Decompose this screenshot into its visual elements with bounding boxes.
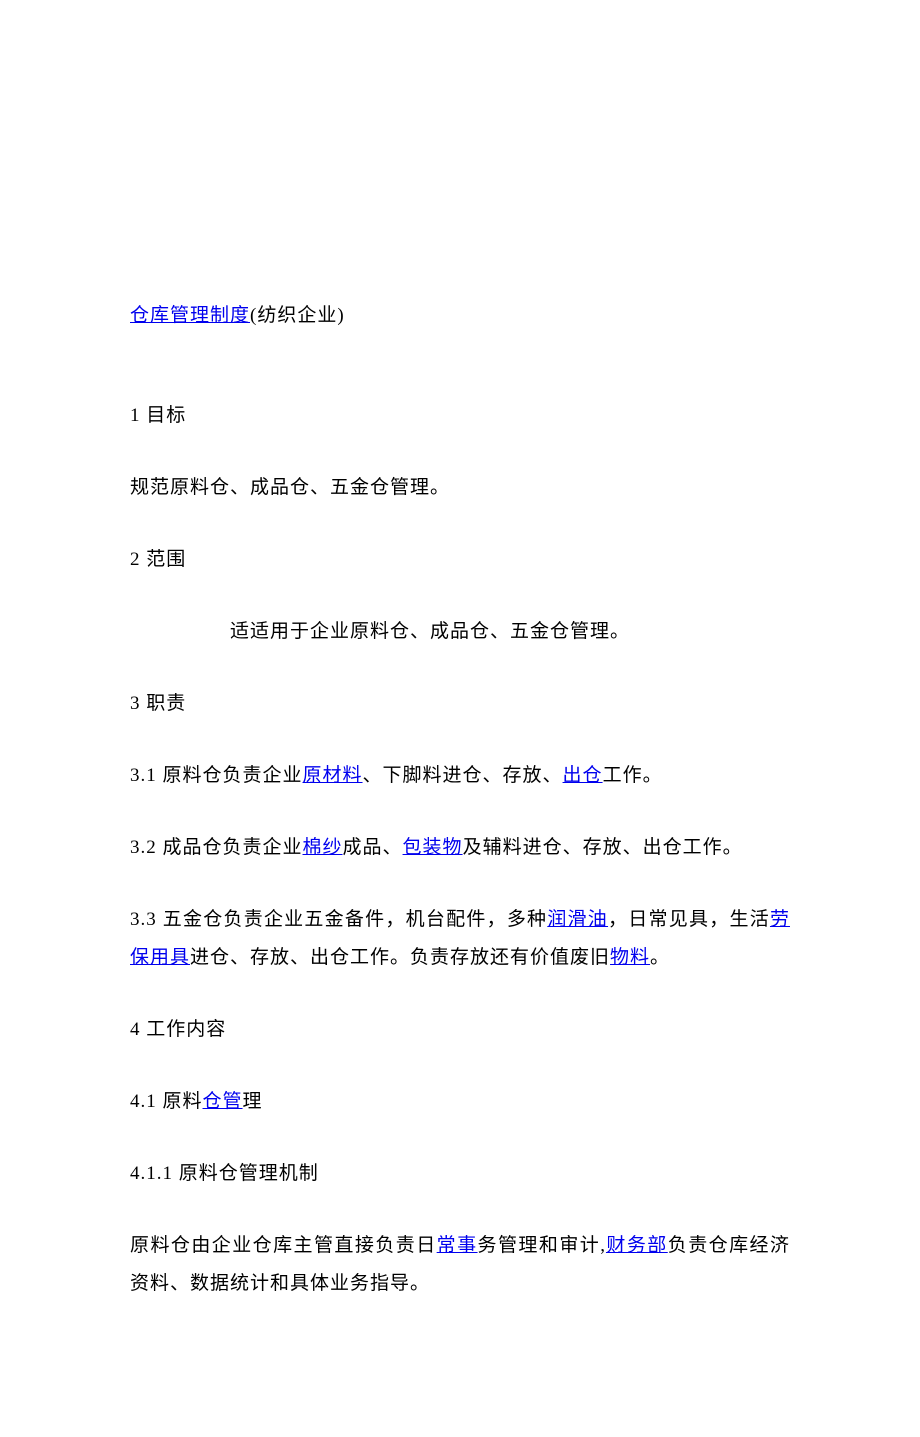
title-suffix: (纺织企业) <box>250 305 345 326</box>
text: 。 <box>650 947 670 968</box>
text: 工作。 <box>603 765 663 786</box>
section-1-body: 规范原料仓、成品仓、五金仓管理。 <box>130 469 790 507</box>
link-daily-affairs[interactable]: 常事 <box>437 1235 478 1256</box>
section-3-3: 3.3 五金仓负责企业五金备件，机台配件，多种润滑油，日常见具，生活劳保用具进仓… <box>130 901 790 977</box>
section-2-body: 适适用于企业原料仓、成品仓、五金仓管理。 <box>130 613 790 651</box>
text: 成品、 <box>343 837 403 858</box>
text: 及辅料进仓、存放、出仓工作。 <box>463 837 743 858</box>
section-1-heading: 1 目标 <box>130 397 790 435</box>
link-cotton-yarn[interactable]: 棉纱 <box>303 837 343 858</box>
title-link[interactable]: 仓库管理制度 <box>130 305 250 326</box>
link-warehouse-mgmt[interactable]: 仓管 <box>203 1091 243 1112</box>
section-4-1: 4.1 原料仓管理 <box>130 1083 790 1121</box>
section-4-1-1: 4.1.1 原料仓管理机制 <box>130 1155 790 1193</box>
document-title: 仓库管理制度(纺织企业) <box>130 300 790 327</box>
document-page: 仓库管理制度(纺织企业) 1 目标 规范原料仓、成品仓、五金仓管理。 2 范围 … <box>0 0 920 1437</box>
link-material[interactable]: 物料 <box>610 947 650 968</box>
text: 、下脚料进仓、存放、 <box>363 765 563 786</box>
text: 理 <box>243 1091 263 1112</box>
text: 进仓、存放、出仓工作。负责存放还有价值废旧 <box>190 947 610 968</box>
link-out-warehouse[interactable]: 出仓 <box>563 765 603 786</box>
text: 3.2 成品仓负责企业 <box>130 837 303 858</box>
link-packaging[interactable]: 包装物 <box>403 837 463 858</box>
text: 4.1 原料 <box>130 1091 203 1112</box>
section-3-2: 3.2 成品仓负责企业棉纱成品、包装物及辅料进仓、存放、出仓工作。 <box>130 829 790 867</box>
text: ，日常见具，生活 <box>608 909 770 930</box>
text: 3.3 五金仓负责企业五金备件，机台配件，多种 <box>130 909 547 930</box>
section-2-heading: 2 范围 <box>130 541 790 579</box>
link-finance-dept[interactable]: 财务部 <box>606 1235 668 1256</box>
section-3-heading: 3 职责 <box>130 685 790 723</box>
section-4-1-1-body: 原料仓由企业仓库主管直接负责日常事务管理和审计,财务部负责仓库经济资料、数据统计… <box>130 1227 790 1303</box>
link-raw-material[interactable]: 原材料 <box>303 765 363 786</box>
link-lubricant[interactable]: 润滑油 <box>547 909 608 930</box>
text: 3.1 原料仓负责企业 <box>130 765 303 786</box>
text: 原料仓由企业仓库主管直接负责日 <box>130 1235 437 1256</box>
text: 务管理和审计, <box>478 1235 606 1256</box>
section-4-heading: 4 工作内容 <box>130 1011 790 1049</box>
section-3-1: 3.1 原料仓负责企业原材料、下脚料进仓、存放、出仓工作。 <box>130 757 790 795</box>
